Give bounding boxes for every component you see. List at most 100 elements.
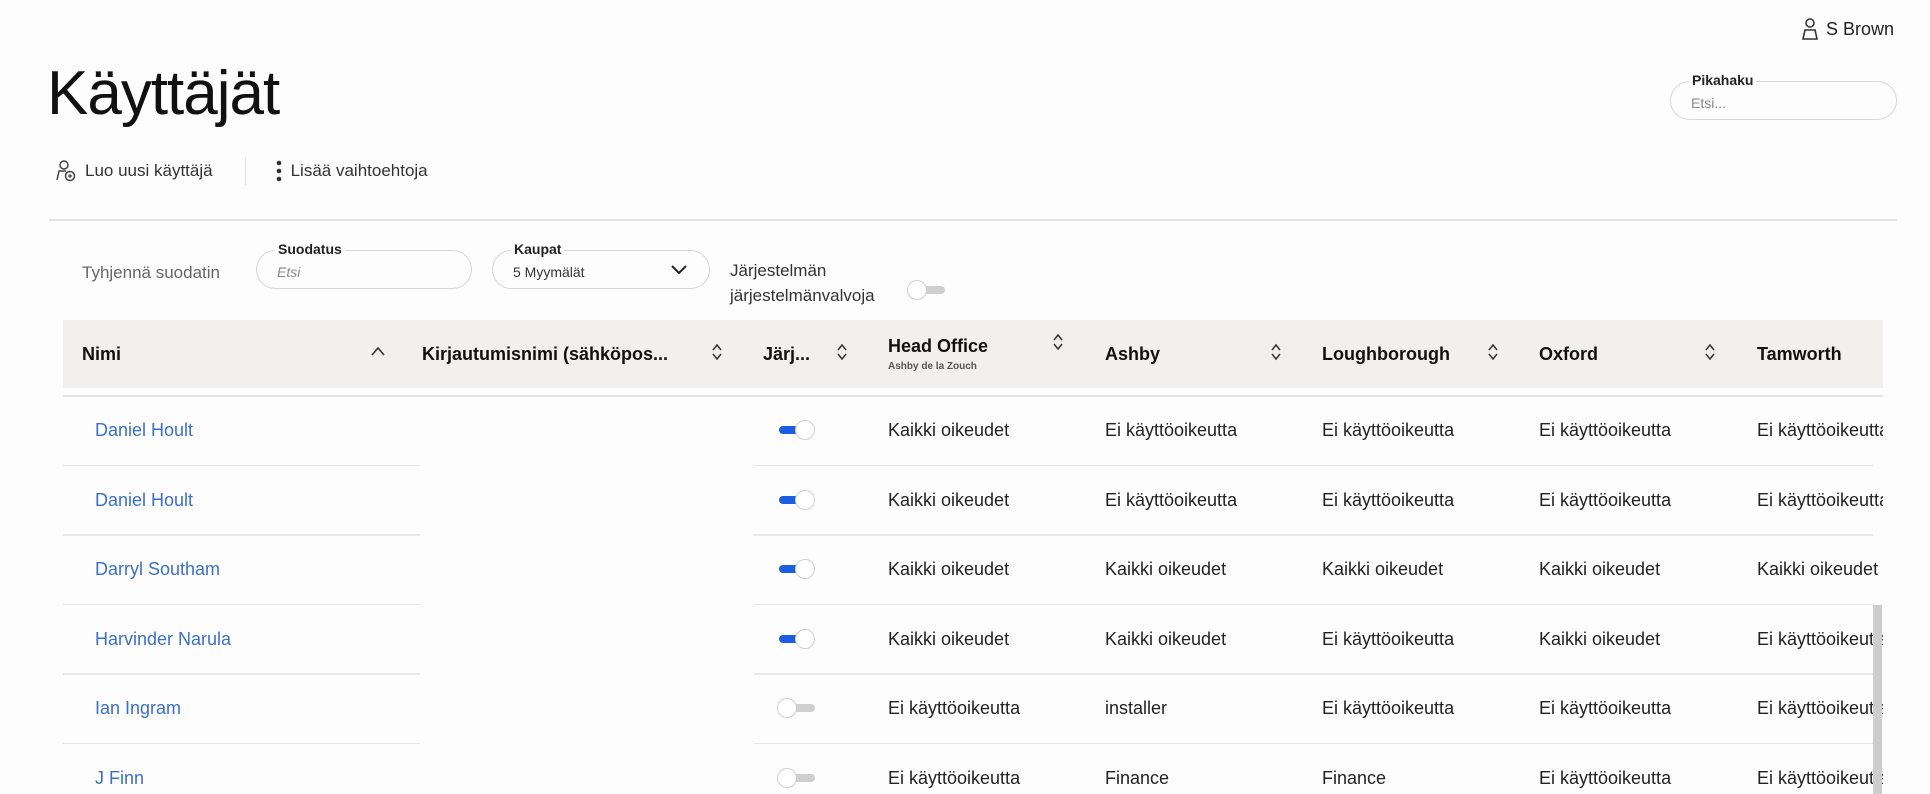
divider: [244, 157, 246, 185]
store-access-cell: Ei käyttöoikeutta: [1539, 489, 1672, 510]
store-access-cell: Kaikki oikeudet: [1105, 559, 1227, 579]
store-access-cell: Ei käyttöoikeutta: [1322, 698, 1455, 718]
table-row: Daniel Hoult Kaikki oikeudet Ei käyttöoike…: [63, 396, 1883, 466]
add-user-icon: [56, 160, 76, 182]
column-header[interactable]: Loughborough: [1322, 320, 1450, 388]
table-row: J Finn Ei käyttöoikeutta Finance Finance Ei …: [63, 744, 1883, 794]
more-vertical-icon: [276, 160, 281, 182]
store-access-cell: Kaikki oikeudet: [1105, 628, 1227, 649]
store-access-cell: Finance: [1322, 767, 1387, 788]
user-name-link[interactable]: Ian Ingram: [95, 698, 181, 719]
sysadmin-label-line1: Järjestelmän: [730, 261, 827, 280]
store-access-cell: Finance: [1105, 767, 1170, 788]
sort-icon[interactable]: [1051, 332, 1065, 357]
user-name-link[interactable]: Daniel Hoult: [95, 490, 193, 511]
filter-placeholder: Etsi: [277, 264, 301, 280]
store-access-cell: Ei käyttöoikeutta: [888, 698, 1021, 718]
column-header-label: Head Office: [888, 336, 989, 356]
quick-search-label: Pikahaku: [1689, 72, 1757, 88]
quick-search-placeholder: Etsi...: [1691, 95, 1727, 111]
user-name-link[interactable]: Daniel Hoult: [95, 420, 193, 441]
table-row: Ian Ingram Ei käyttöoikeutta installer Ei k…: [63, 674, 1883, 744]
page-title: Käyttäjät: [47, 59, 280, 128]
stores-select[interactable]: Kaupat 5 Myymälät: [492, 241, 710, 289]
table-header: Nimi Kirjautumisnimi (sähköpos... Järj... H…: [63, 320, 1883, 397]
store-access-cell: Ei käyttöoikeutta: [1757, 489, 1883, 510]
store-access-cell: Ei käyttöoikeutta: [1539, 420, 1672, 440]
store-access-cell: Kaikki oikeudet: [1757, 559, 1879, 579]
column-header[interactable]: Järj...: [763, 320, 810, 388]
sort-icon[interactable]: [1486, 342, 1500, 367]
scrollbar[interactable]: [1873, 605, 1882, 794]
store-access-cell: Kaikki oikeudet: [1322, 559, 1444, 579]
sysadmin-toggle[interactable]: [777, 628, 817, 649]
store-access-cell: Ei käyttöoikeutta: [1105, 489, 1238, 510]
user-icon: [1802, 18, 1818, 40]
store-access-cell: Ei käyttöoikeutta: [1757, 698, 1883, 718]
table-row: Daniel Hoult Kaikki oikeudet Ei käyttöoike…: [63, 466, 1883, 536]
column-header-label: Loughborough: [1322, 343, 1450, 364]
sysadmin-label-line2: järjestelmänvalvoja: [730, 286, 875, 305]
column-header[interactable]: Nimi: [82, 320, 121, 388]
more-options-button[interactable]: Lisää vaihtoehtoja: [276, 160, 428, 182]
store-access-cell: Kaikki oikeudet: [888, 420, 1010, 440]
store-access-cell: Ei käyttöoikeutta: [1322, 420, 1455, 440]
sysadmin-toggle[interactable]: [777, 698, 817, 718]
store-access-cell: Ei käyttöoikeutta: [1757, 767, 1883, 788]
sort-icon[interactable]: [1269, 342, 1283, 367]
sysadmin-toggle[interactable]: [777, 420, 817, 440]
column-header[interactable]: Head Office Ashby de la Zouch: [888, 320, 988, 388]
store-access-cell: Ei käyttöoikeutta: [1757, 628, 1883, 649]
column-header-label: Järj...: [763, 343, 811, 364]
action-bar: Luo uusi käyttäjä Lisää vaihtoehtoja: [56, 157, 428, 185]
sysadmin-filter-toggle[interactable]: [907, 280, 947, 300]
clear-filter-button[interactable]: Tyhjennä suodatin: [82, 263, 220, 283]
column-header[interactable]: Tamworth: [1757, 320, 1842, 388]
store-access-cell: Ei käyttöoikeutta: [888, 767, 1021, 788]
store-access-cell: Kaikki oikeudet: [1539, 628, 1661, 649]
store-access-cell: Ei käyttöoikeutta: [1539, 767, 1672, 788]
store-access-cell: installer: [1105, 698, 1168, 718]
user-name: S Brown: [1826, 18, 1895, 39]
user-name-link[interactable]: Darryl Southam: [95, 559, 220, 580]
table-row: Darryl Southam Kaikki oikeudet Kaikki oike…: [63, 535, 1878, 605]
column-header-label: Kirjautumisnimi (sähköpos...: [422, 343, 669, 364]
table-row: Harvinder Narula Kaikki oikeudet Kaikki oi…: [63, 605, 1883, 675]
store-access-cell: Kaikki oikeudet: [888, 489, 1010, 510]
sort-icon[interactable]: [710, 342, 724, 367]
store-access-cell: Ei käyttöoikeutta: [1539, 698, 1672, 718]
sort-icon[interactable]: [1703, 342, 1717, 367]
create-user-label: Luo uusi käyttäjä: [85, 161, 213, 180]
sysadmin-toggle[interactable]: [777, 559, 817, 579]
column-header[interactable]: Oxford: [1539, 320, 1598, 388]
divider: [49, 219, 1897, 221]
user-name-link[interactable]: J Finn: [95, 768, 144, 789]
column-header[interactable]: Kirjautumisnimi (sähköpos...: [422, 320, 668, 388]
stores-value: 5 Myymälät: [513, 264, 585, 280]
quick-search-input[interactable]: Pikahaku Etsi...: [1670, 72, 1897, 120]
store-access-cell: Ei käyttöoikeutta: [1105, 420, 1238, 440]
store-access-cell: Kaikki oikeudet: [1539, 559, 1661, 579]
sysadmin-toggle[interactable]: [777, 489, 817, 510]
filter-label: Suodatus: [275, 241, 345, 257]
store-access-cell: Ei käyttöoikeutta: [1757, 420, 1883, 440]
create-user-button[interactable]: Luo uusi käyttäjä: [56, 160, 213, 182]
filter-input[interactable]: Suodatus Etsi: [256, 241, 472, 289]
stores-label: Kaupat: [511, 241, 565, 257]
column-header-label: Nimi: [82, 343, 122, 364]
column-header-label: Oxford: [1539, 343, 1599, 364]
store-access-cell: Kaikki oikeudet: [888, 559, 1010, 579]
store-access-cell: Ei käyttöoikeutta: [1322, 489, 1455, 510]
column-header-sublabel: Ashby de la Zouch: [888, 361, 977, 372]
user-menu[interactable]: S Brown: [1802, 18, 1894, 40]
store-access-cell: Ei käyttöoikeutta: [1322, 628, 1455, 649]
sort-icon[interactable]: [835, 342, 849, 367]
column-header[interactable]: Ashby: [1105, 320, 1160, 388]
chevron-down-icon: [671, 265, 687, 275]
column-header-label: Ashby: [1105, 343, 1161, 364]
sort-ascending-icon[interactable]: [369, 342, 387, 367]
sysadmin-filter-label: Järjestelmän järjestelmänvalvoja: [730, 258, 875, 308]
more-options-label: Lisää vaihtoehtoja: [290, 161, 428, 180]
user-name-link[interactable]: Harvinder Narula: [95, 629, 231, 650]
sysadmin-toggle[interactable]: [777, 767, 817, 788]
